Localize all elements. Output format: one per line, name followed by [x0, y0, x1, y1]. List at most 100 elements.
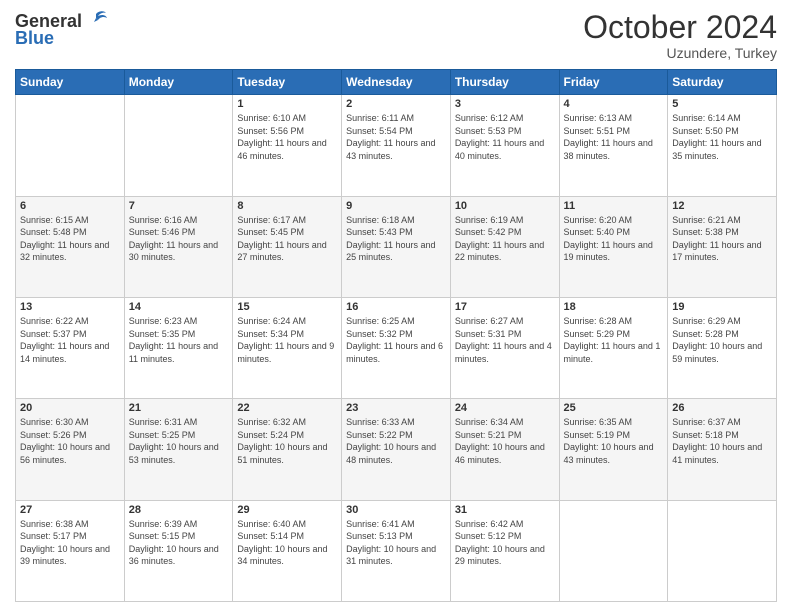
- table-row: [16, 95, 125, 196]
- table-row: [124, 95, 233, 196]
- table-row: 30 Sunrise: 6:41 AM Sunset: 5:13 PM Dayli…: [342, 500, 451, 601]
- table-row: 29Sunrise: 6:40 AM Sunset: 5:14 PM Dayli…: [233, 500, 342, 601]
- day-info: Sunrise: 6:42 AM Sunset: 5:12 PM Dayligh…: [455, 518, 555, 568]
- day-number: 11: [564, 200, 664, 212]
- table-row: 18Sunrise: 6:28 AM Sunset: 5:29 PM Dayli…: [559, 297, 668, 398]
- table-row: 31 Sunrise: 6:42 AM Sunset: 5:12 PM Dayli…: [450, 500, 559, 601]
- day-number: 8: [237, 200, 337, 212]
- table-row: [559, 500, 668, 601]
- day-number: 18: [564, 301, 664, 313]
- day-info: Sunrise: 6:15 AM Sunset: 5:48 PM Dayligh…: [20, 214, 120, 264]
- table-row: 11 Sunrise: 6:20 AM Sunset: 5:40 PM Dayli…: [559, 196, 668, 297]
- calendar-week-row: 6 Sunrise: 6:15 AM Sunset: 5:48 PM Daylig…: [16, 196, 777, 297]
- day-info: Sunrise: 6:34 AM Sunset: 5:21 PM Dayligh…: [455, 416, 555, 466]
- day-number: 23: [346, 402, 446, 414]
- table-row: 2 Sunrise: 6:11 AM Sunset: 5:54 PM Daylig…: [342, 95, 451, 196]
- day-info: Sunrise: 6:16 AM Sunset: 5:46 PM Dayligh…: [129, 214, 229, 264]
- logo: General Blue: [15, 10, 108, 49]
- day-info: Sunrise: 6:31 AM Sunset: 5:25 PM Dayligh…: [129, 416, 229, 466]
- table-row: 7 Sunrise: 6:16 AM Sunset: 5:46 PM Daylig…: [124, 196, 233, 297]
- day-info: Sunrise: 6:35 AM Sunset: 5:19 PM Dayligh…: [564, 416, 664, 466]
- col-sunday: Sunday: [16, 70, 125, 95]
- table-row: 5Sunrise: 6:14 AM Sunset: 5:50 PM Daylig…: [668, 95, 777, 196]
- day-number: 27: [20, 504, 120, 516]
- logo-bird-icon: [84, 10, 108, 32]
- day-info: Sunrise: 6:39 AM Sunset: 5:15 PM Dayligh…: [129, 518, 229, 568]
- day-number: 4: [564, 98, 664, 110]
- table-row: 24 Sunrise: 6:34 AM Sunset: 5:21 PM Dayli…: [450, 399, 559, 500]
- table-row: 15 Sunrise: 6:24 AM Sunset: 5:34 PM Dayli…: [233, 297, 342, 398]
- day-info: Sunrise: 6:33 AM Sunset: 5:22 PM Dayligh…: [346, 416, 446, 466]
- day-info: Sunrise: 6:11 AM Sunset: 5:54 PM Dayligh…: [346, 112, 446, 162]
- subtitle: Uzundere, Turkey: [583, 45, 777, 61]
- day-info: Sunrise: 6:13 AM Sunset: 5:51 PM Dayligh…: [564, 112, 664, 162]
- day-number: 17: [455, 301, 555, 313]
- day-number: 1: [237, 98, 337, 110]
- day-number: 25: [564, 402, 664, 414]
- calendar-week-row: 27Sunrise: 6:38 AM Sunset: 5:17 PM Dayli…: [16, 500, 777, 601]
- col-thursday: Thursday: [450, 70, 559, 95]
- main-title: October 2024: [583, 10, 777, 45]
- table-row: 12 Sunrise: 6:21 AM Sunset: 5:38 PM Dayli…: [668, 196, 777, 297]
- day-number: 26: [672, 402, 772, 414]
- day-number: 3: [455, 98, 555, 110]
- day-number: 31: [455, 504, 555, 516]
- table-row: 27Sunrise: 6:38 AM Sunset: 5:17 PM Dayli…: [16, 500, 125, 601]
- table-row: 3 Sunrise: 6:12 AM Sunset: 5:53 PM Daylig…: [450, 95, 559, 196]
- table-row: 13 Sunrise: 6:22 AM Sunset: 5:37 PM Dayli…: [16, 297, 125, 398]
- table-row: 14 Sunrise: 6:23 AM Sunset: 5:35 PM Dayli…: [124, 297, 233, 398]
- day-info: Sunrise: 6:41 AM Sunset: 5:13 PM Dayligh…: [346, 518, 446, 568]
- table-row: 26 Sunrise: 6:37 AM Sunset: 5:18 PM Dayli…: [668, 399, 777, 500]
- day-info: Sunrise: 6:21 AM Sunset: 5:38 PM Dayligh…: [672, 214, 772, 264]
- day-number: 12: [672, 200, 772, 212]
- table-row: 6 Sunrise: 6:15 AM Sunset: 5:48 PM Daylig…: [16, 196, 125, 297]
- day-info: Sunrise: 6:10 AM Sunset: 5:56 PM Dayligh…: [237, 112, 337, 162]
- day-info: Sunrise: 6:12 AM Sunset: 5:53 PM Dayligh…: [455, 112, 555, 162]
- day-info: Sunrise: 6:22 AM Sunset: 5:37 PM Dayligh…: [20, 315, 120, 365]
- day-info: Sunrise: 6:18 AM Sunset: 5:43 PM Dayligh…: [346, 214, 446, 264]
- table-row: 8 Sunrise: 6:17 AM Sunset: 5:45 PM Daylig…: [233, 196, 342, 297]
- day-number: 16: [346, 301, 446, 313]
- table-row: 25 Sunrise: 6:35 AM Sunset: 5:19 PM Dayli…: [559, 399, 668, 500]
- day-number: 29: [237, 504, 337, 516]
- table-row: 28Sunrise: 6:39 AM Sunset: 5:15 PM Dayli…: [124, 500, 233, 601]
- day-info: Sunrise: 6:29 AM Sunset: 5:28 PM Dayligh…: [672, 315, 772, 365]
- table-row: 22 Sunrise: 6:32 AM Sunset: 5:24 PM Dayli…: [233, 399, 342, 500]
- day-number: 22: [237, 402, 337, 414]
- day-info: Sunrise: 6:23 AM Sunset: 5:35 PM Dayligh…: [129, 315, 229, 365]
- calendar-week-row: 13 Sunrise: 6:22 AM Sunset: 5:37 PM Dayli…: [16, 297, 777, 398]
- day-number: 24: [455, 402, 555, 414]
- table-row: 20 Sunrise: 6:30 AM Sunset: 5:26 PM Dayli…: [16, 399, 125, 500]
- day-number: 14: [129, 301, 229, 313]
- day-number: 7: [129, 200, 229, 212]
- day-number: 2: [346, 98, 446, 110]
- day-number: 6: [20, 200, 120, 212]
- day-info: Sunrise: 6:30 AM Sunset: 5:26 PM Dayligh…: [20, 416, 120, 466]
- day-number: 15: [237, 301, 337, 313]
- day-number: 20: [20, 402, 120, 414]
- title-section: October 2024 Uzundere, Turkey: [583, 10, 777, 61]
- day-info: Sunrise: 6:27 AM Sunset: 5:31 PM Dayligh…: [455, 315, 555, 365]
- day-info: Sunrise: 6:32 AM Sunset: 5:24 PM Dayligh…: [237, 416, 337, 466]
- day-number: 13: [20, 301, 120, 313]
- day-number: 21: [129, 402, 229, 414]
- table-row: 10Sunrise: 6:19 AM Sunset: 5:42 PM Dayli…: [450, 196, 559, 297]
- table-row: 19 Sunrise: 6:29 AM Sunset: 5:28 PM Dayli…: [668, 297, 777, 398]
- page: General Blue October 2024 Uzundere, Turk…: [0, 0, 792, 612]
- day-number: 19: [672, 301, 772, 313]
- day-number: 30: [346, 504, 446, 516]
- day-number: 10: [455, 200, 555, 212]
- table-row: 4 Sunrise: 6:13 AM Sunset: 5:51 PM Daylig…: [559, 95, 668, 196]
- col-tuesday: Tuesday: [233, 70, 342, 95]
- col-saturday: Saturday: [668, 70, 777, 95]
- table-row: 1 Sunrise: 6:10 AM Sunset: 5:56 PM Daylig…: [233, 95, 342, 196]
- day-info: Sunrise: 6:24 AM Sunset: 5:34 PM Dayligh…: [237, 315, 337, 365]
- col-monday: Monday: [124, 70, 233, 95]
- day-info: Sunrise: 6:20 AM Sunset: 5:40 PM Dayligh…: [564, 214, 664, 264]
- header: General Blue October 2024 Uzundere, Turk…: [15, 10, 777, 61]
- table-row: [668, 500, 777, 601]
- col-friday: Friday: [559, 70, 668, 95]
- calendar-header-row: Sunday Monday Tuesday Wednesday Thursday…: [16, 70, 777, 95]
- day-info: Sunrise: 6:37 AM Sunset: 5:18 PM Dayligh…: [672, 416, 772, 466]
- day-info: Sunrise: 6:17 AM Sunset: 5:45 PM Dayligh…: [237, 214, 337, 264]
